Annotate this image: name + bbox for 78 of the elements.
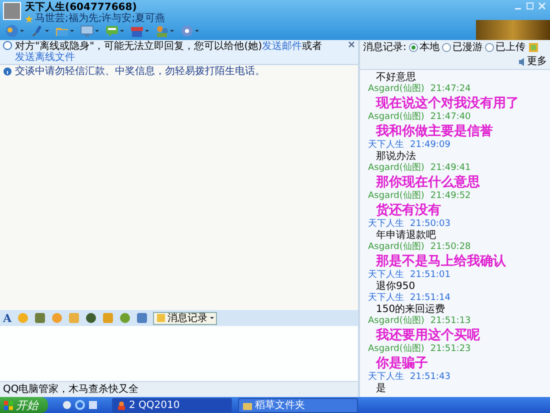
sender-name: Asgard(仙图): [368, 316, 424, 326]
message-text: 货还有没有: [375, 202, 442, 218]
message-time: 21:49:41: [430, 163, 471, 173]
font-icon[interactable]: A: [3, 312, 12, 324]
person-icon: [117, 400, 126, 410]
speaker-icon[interactable]: [518, 56, 526, 66]
radio-button[interactable]: [442, 43, 452, 52]
message-time: 21:50:03: [410, 219, 450, 229]
close-icon[interactable]: [348, 41, 355, 48]
smiley-icon[interactable]: [50, 312, 63, 324]
sender-name: 天下人生: [368, 372, 404, 382]
sender-name: Asgard(仙图): [368, 84, 424, 94]
status-text: QQ电脑管家，木马查杀快又全: [0, 381, 358, 397]
message-text: 年申请退款吧: [375, 230, 437, 242]
folder-icon: [243, 400, 252, 410]
message-text: 是: [375, 383, 387, 395]
message-time: 21:51:13: [430, 316, 471, 326]
message-text: 那说办法: [375, 151, 417, 163]
radio-label[interactable]: 已漫游: [452, 42, 482, 53]
sender-name: Asgard(仙图): [368, 344, 424, 354]
message-time: 21:49:52: [430, 191, 471, 201]
window-title: 天下人生(604777668): [25, 2, 138, 13]
radio-label[interactable]: 已上传: [495, 42, 526, 53]
avatar-image: [3, 2, 21, 20]
radio-button[interactable]: [409, 43, 418, 52]
message-text: 现在说这个对我没有用了: [374, 95, 520, 112]
info-icon: [3, 41, 12, 50]
message-input-field[interactable]: [0, 326, 358, 381]
message-text: 你是骗子: [374, 355, 429, 372]
radio-label[interactable]: 本地: [419, 42, 440, 53]
sender-name: Asgard(仙图): [368, 112, 424, 122]
contact-signature: 马世芸;福为先;许与安;夏可燕: [35, 13, 166, 24]
sender-name: 天下人生: [368, 293, 404, 303]
send-mail-link[interactable]: 发送邮件: [262, 41, 302, 52]
message-time: 21:47:40: [430, 112, 471, 122]
more-link[interactable]: 更多: [527, 56, 547, 67]
radio-button[interactable]: [485, 43, 494, 52]
caret-icon[interactable]: [210, 316, 214, 320]
banner-image[interactable]: [476, 20, 550, 40]
message-text: 150的来回运费: [375, 304, 446, 316]
star-icon: [25, 14, 33, 22]
message-time: 21:49:09: [410, 140, 450, 150]
send-offline-file-link[interactable]: 发送离线文件: [15, 52, 75, 63]
message-time: 21:51:23: [430, 344, 471, 354]
sender-name: Asgard(仙图): [368, 191, 424, 201]
message-time: 21:51:01: [410, 270, 450, 280]
offline-notice: 对方"离线或隐身"，可能无法立即回复，您可以给他(她)发送邮件或者 发送离线文件: [15, 41, 324, 63]
sender-name: 天下人生: [368, 270, 404, 280]
sender-name: 天下人生: [368, 219, 404, 229]
message-time: 21:51:43: [410, 372, 450, 382]
message-time: 21:51:14: [410, 293, 450, 303]
safety-tip: 交谈中请勿轻信汇款、中奖信息，勿轻易拨打陌生电话。: [15, 66, 265, 77]
note-icon: [156, 313, 166, 323]
message-text: 我和你做主要是信誉: [374, 123, 494, 140]
message-time: 21:50:28: [430, 242, 471, 252]
message-time: 21:47:24: [430, 84, 471, 94]
taskbar-button[interactable]: 2 QQ2010: [112, 398, 232, 412]
taskbar-button[interactable]: 稻草文件夹: [238, 398, 358, 412]
message-text: 我还要用这个买呢: [374, 327, 481, 344]
chat-bubble-icon[interactable]: [105, 24, 119, 38]
sender-name: 天下人生: [368, 140, 404, 150]
globe-icon[interactable]: [5, 24, 19, 38]
message-text: 退你950: [375, 281, 416, 292]
message-text: 那你现在什么意思: [374, 174, 481, 191]
note-icon[interactable]: [528, 42, 540, 53]
start-button[interactable]: 开始: [0, 397, 48, 413]
info-icon: [3, 67, 12, 76]
message-text: 那是不是马上给我确认: [374, 253, 507, 270]
monitor-icon[interactable]: [80, 24, 94, 38]
settings-icon[interactable]: [180, 24, 194, 38]
history-label: 消息记录:: [363, 42, 406, 53]
windows-logo-icon: [4, 400, 13, 410]
sender-name: Asgard(仙图): [368, 242, 424, 252]
message-history-button[interactable]: 消息记录: [152, 312, 217, 324]
maximize-icon[interactable]: [526, 2, 534, 10]
sender-name: Asgard(仙图): [368, 163, 424, 173]
message-text: 不好意思: [375, 72, 417, 84]
window-icon[interactable]: [88, 400, 98, 410]
